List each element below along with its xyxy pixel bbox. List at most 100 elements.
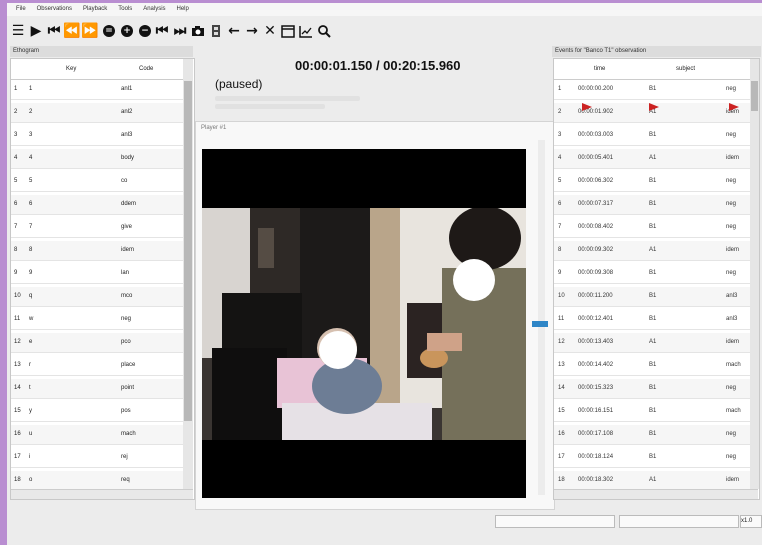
event-row[interactable]: 18 00:00:18.302 A1 idem bbox=[554, 471, 750, 491]
skip-back-icon[interactable]: ⏮ bbox=[154, 22, 170, 40]
event-row[interactable]: 4 00:00:05.401 A1 idem bbox=[554, 149, 750, 169]
menu-observations[interactable]: Observations bbox=[37, 6, 72, 12]
event-row[interactable]: 14 00:00:15.323 B1 neg bbox=[554, 379, 750, 399]
event-row[interactable]: 12 00:00:13.403 A1 idem bbox=[554, 333, 750, 353]
event-row[interactable]: 9 00:00:09.308 B1 neg bbox=[554, 264, 750, 284]
menu-bar: File Observations Playback Tools Analysi… bbox=[7, 3, 762, 16]
row-number: 5 bbox=[14, 178, 18, 184]
ethogram-row[interactable]: 15 y pos bbox=[11, 402, 183, 422]
event-subject: B1 bbox=[649, 201, 657, 207]
ethogram-row[interactable]: 9 9 lan bbox=[11, 264, 183, 284]
ethogram-hscrollbar[interactable] bbox=[11, 489, 193, 499]
event-row[interactable]: 6 00:00:07.317 B1 neg bbox=[554, 195, 750, 215]
chart-icon[interactable] bbox=[298, 22, 314, 40]
menu-playback[interactable]: Playback bbox=[83, 6, 107, 12]
row-code: anl2 bbox=[121, 109, 133, 115]
skip-start-icon[interactable]: ⏮ bbox=[46, 22, 62, 40]
menu-help[interactable]: Help bbox=[177, 6, 189, 12]
event-time: 00:00:12.401 bbox=[578, 316, 614, 322]
ethogram-row[interactable]: 13 r place bbox=[11, 356, 183, 376]
ethogram-row[interactable]: 11 w neg bbox=[11, 310, 183, 330]
ethogram-row[interactable]: 14 t point bbox=[11, 379, 183, 399]
menu-icon[interactable]: ☰ bbox=[10, 22, 26, 40]
event-row[interactable]: 7 00:00:08.402 B1 neg bbox=[554, 218, 750, 238]
events-hscrollbar[interactable] bbox=[554, 489, 758, 499]
menu-file[interactable]: File bbox=[16, 6, 26, 12]
column-time[interactable]: time bbox=[594, 66, 605, 72]
ethogram-scrollbar[interactable] bbox=[183, 59, 193, 489]
row-number: 18 bbox=[14, 477, 21, 483]
add-circle-icon[interactable]: + bbox=[121, 25, 133, 37]
ethogram-row[interactable]: 3 3 anl3 bbox=[11, 126, 183, 146]
film-icon[interactable] bbox=[208, 22, 224, 40]
events-scroll-thumb[interactable] bbox=[751, 81, 758, 111]
ethogram-row[interactable]: 17 i rej bbox=[11, 448, 183, 468]
playback-status: (paused) bbox=[215, 77, 263, 91]
event-row[interactable]: 15 00:00:16.151 B1 mach bbox=[554, 402, 750, 422]
ethogram-row[interactable]: 16 u mach bbox=[11, 425, 183, 445]
event-time: 00:00:14.402 bbox=[578, 362, 614, 368]
event-subject: B1 bbox=[649, 86, 657, 92]
ethogram-row[interactable]: 4 4 body bbox=[11, 149, 183, 169]
ethogram-scroll-thumb[interactable] bbox=[184, 81, 192, 421]
ethogram-row[interactable]: 7 7 give bbox=[11, 218, 183, 238]
event-code: anl3 bbox=[726, 316, 738, 322]
search-icon[interactable] bbox=[316, 22, 332, 40]
events-table: time subject 1 00:00:00.200 B1 neg 2 00:00:01… bbox=[553, 58, 760, 500]
column-code[interactable]: Code bbox=[139, 66, 153, 72]
row-number: 14 bbox=[558, 385, 565, 391]
arrow-left-icon[interactable]: ← bbox=[226, 22, 242, 40]
event-row[interactable]: 3 00:00:03.003 B1 neg bbox=[554, 126, 750, 146]
column-subject[interactable]: subject bbox=[676, 66, 695, 72]
volume-marker[interactable] bbox=[532, 321, 548, 327]
event-subject: B1 bbox=[649, 431, 657, 437]
event-subject: B1 bbox=[649, 316, 657, 322]
events-header: time subject bbox=[554, 59, 750, 80]
ethogram-row[interactable]: 18 o req bbox=[11, 471, 183, 491]
row-number: 14 bbox=[14, 385, 21, 391]
rewind-icon[interactable]: ⏪ bbox=[63, 22, 80, 40]
ethogram-row[interactable]: 1 1 anl1 bbox=[11, 80, 183, 100]
arrow-right-icon[interactable]: → bbox=[244, 22, 260, 40]
window-icon[interactable] bbox=[280, 22, 296, 40]
player-scrollbar[interactable] bbox=[538, 140, 545, 495]
row-number: 9 bbox=[558, 270, 562, 276]
event-row[interactable]: 1 00:00:00.200 B1 neg bbox=[554, 80, 750, 100]
event-subject: B1 bbox=[649, 270, 657, 276]
event-row[interactable]: 8 00:00:09.302 A1 idem bbox=[554, 241, 750, 261]
remove-circle-icon[interactable]: − bbox=[139, 25, 151, 37]
events-scrollbar[interactable] bbox=[750, 59, 759, 489]
camera-icon[interactable] bbox=[190, 22, 206, 40]
event-time: 00:00:03.003 bbox=[578, 132, 614, 138]
close-icon[interactable]: ✕ bbox=[262, 22, 278, 40]
pause-circle-icon[interactable]: = bbox=[103, 25, 115, 37]
ethogram-row[interactable]: 10 q mco bbox=[11, 287, 183, 307]
ethogram-row[interactable]: 5 5 co bbox=[11, 172, 183, 192]
event-row[interactable]: 16 00:00:17.108 B1 neg bbox=[554, 425, 750, 445]
blurred-text bbox=[215, 104, 325, 109]
event-row[interactable]: 13 00:00:14.402 B1 mach bbox=[554, 356, 750, 376]
row-number: 2 bbox=[558, 109, 562, 115]
event-row[interactable]: 5 00:00:06.302 B1 neg bbox=[554, 172, 750, 192]
skip-forward-icon[interactable]: ⏭ bbox=[172, 22, 188, 40]
row-number: 7 bbox=[558, 224, 562, 230]
ethogram-row[interactable]: 12 e pco bbox=[11, 333, 183, 353]
ethogram-row[interactable]: 8 8 idem bbox=[11, 241, 183, 261]
play-icon[interactable]: ▶ bbox=[28, 22, 44, 40]
row-code: mach bbox=[121, 431, 136, 437]
ethogram-title: Ethogram bbox=[10, 46, 193, 57]
ethogram-row[interactable]: 6 6 ddem bbox=[11, 195, 183, 215]
event-time: 00:00:09.308 bbox=[578, 270, 614, 276]
event-row[interactable]: 17 00:00:18.124 B1 neg bbox=[554, 448, 750, 468]
forward-icon[interactable]: ⏩ bbox=[81, 22, 98, 40]
event-row[interactable]: 11 00:00:12.401 B1 anl3 bbox=[554, 310, 750, 330]
column-key[interactable]: Key bbox=[66, 66, 76, 72]
menu-tools[interactable]: Tools bbox=[118, 6, 132, 12]
event-row[interactable]: 10 00:00:11.200 B1 anl3 bbox=[554, 287, 750, 307]
menu-analysis[interactable]: Analysis bbox=[143, 6, 165, 12]
row-number: 17 bbox=[14, 454, 21, 460]
ethogram-row[interactable]: 2 2 anl2 bbox=[11, 103, 183, 123]
flag-icon bbox=[649, 103, 659, 111]
event-subject: B1 bbox=[649, 224, 657, 230]
row-key: r bbox=[29, 362, 31, 368]
